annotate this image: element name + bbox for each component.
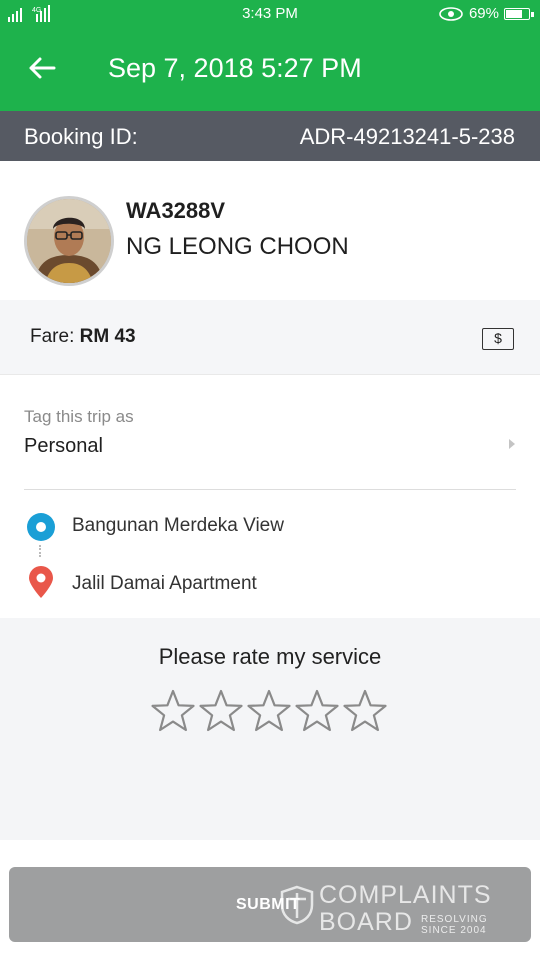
back-button[interactable] <box>22 48 62 88</box>
arrow-left-icon <box>29 57 56 79</box>
watermark-tagline2: SINCE 2004 <box>421 925 487 936</box>
star-1-icon[interactable] <box>150 688 196 734</box>
tag-trip-label: Tag this trip as <box>24 407 134 426</box>
pickup-location-icon <box>27 513 55 541</box>
battery-percent: 69% <box>468 5 499 22</box>
rating-section: Please rate my service <box>0 618 540 840</box>
fare-row: Fare: RM 43 $ <box>0 300 540 375</box>
page-title: Sep 7, 2018 5:27 PM <box>108 53 362 83</box>
rating-prompt: Please rate my service <box>158 644 382 669</box>
driver-name: NG LEONG CHOON <box>126 233 349 260</box>
booking-id-value: ADR-49213241-5-238 <box>299 124 515 149</box>
dropoff-address: Jalil Damai Apartment <box>72 573 257 594</box>
star-4-icon[interactable] <box>294 688 340 734</box>
chevron-right-icon <box>509 439 515 449</box>
fare-label: Fare: <box>30 326 75 347</box>
watermark-tagline1: RESOLVING <box>421 914 488 925</box>
fare-amount: RM 43 <box>79 326 136 347</box>
app-bar: Sep 7, 2018 5:27 PM <box>0 28 540 111</box>
booking-id-bar: Booking ID: ADR-49213241-5-238 <box>0 111 540 161</box>
fare-text: Fare: RM 43 <box>30 326 136 348</box>
star-3-icon[interactable] <box>246 688 292 734</box>
star-rating <box>150 688 390 736</box>
tag-trip-selector[interactable]: Tag this trip as Personal <box>0 375 540 490</box>
vehicle-plate: WA3288V <box>126 198 226 223</box>
tag-trip-value: Personal <box>24 435 103 457</box>
trip-route: Bangunan Merdeka View Jalil Damai Apartm… <box>0 490 540 618</box>
shield-icon <box>280 885 314 925</box>
eye-icon <box>439 6 463 21</box>
battery-icon <box>504 7 534 20</box>
cash-icon: $ <box>482 328 514 350</box>
driver-photo <box>27 199 111 283</box>
booking-id-label: Booking ID: <box>24 124 138 149</box>
submit-button[interactable]: SUBMIT COMPLAINTS BOARD RESOLVING SINCE … <box>9 867 531 942</box>
driver-card: WA3288V NG LEONG CHOON <box>0 161 540 300</box>
route-connector <box>39 545 42 557</box>
status-bar: 4G 3:43 PM 69% <box>0 0 540 28</box>
watermark-line2: BOARD <box>319 908 413 936</box>
status-right: 69% <box>438 5 534 22</box>
star-5-icon[interactable] <box>342 688 388 734</box>
dropoff-pin-icon <box>29 566 53 598</box>
watermark-line1: COMPLAINTS <box>319 881 492 909</box>
pickup-address: Bangunan Merdeka View <box>72 515 284 536</box>
star-2-icon[interactable] <box>198 688 244 734</box>
driver-avatar <box>24 196 114 286</box>
watermark-tagline: RESOLVING SINCE 2004 <box>421 914 488 936</box>
